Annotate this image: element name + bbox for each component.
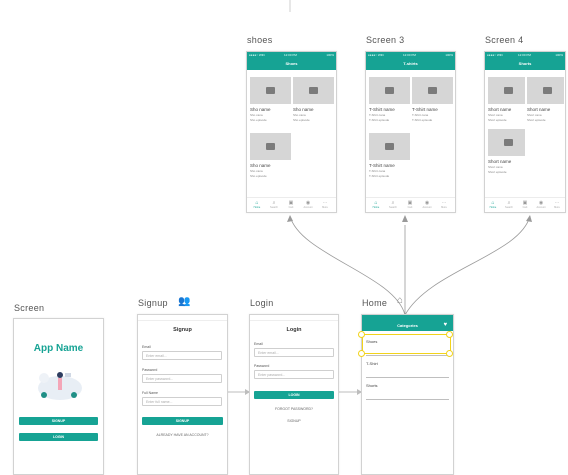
frame-signup[interactable]: Signup Email Enter email... Password Ent… [137,314,228,475]
product-card[interactable]: Short name Short cana Short episode [488,129,525,174]
frame-title-screen-4: Screen 4 [485,35,524,45]
product-card[interactable]: Sho name Sho cana Sho episode [293,77,334,122]
add-user-icon: 👥 [178,296,191,307]
image-placeholder-icon [369,133,410,160]
tab-account[interactable]: ◉ Account [420,200,434,209]
tab-cart[interactable]: ▣ Cart [284,200,298,209]
password-field[interactable]: Enter password... [254,370,334,379]
product-card[interactable]: T-Shirt name T-Shirt cana T-Shirt episod… [369,133,410,178]
app-bar-title: T-shirts [366,58,455,70]
image-placeholder-icon [527,77,564,104]
app-bar-title: Shorts [485,58,565,70]
bottom-tab-bar: ⌂ Home ⌕ Search ▣ Cart ◉ Account ⋯ More [485,197,565,212]
illustration-icon [38,372,82,400]
app-name: App Name [33,343,84,354]
tab-search[interactable]: ⌕ Search [502,200,516,209]
image-placeholder-icon [488,77,525,104]
product-card[interactable]: Sho name Sho cana Sho episode [250,133,291,178]
selection-handle[interactable] [358,331,365,338]
tab-cart[interactable]: ▣ Cart [518,200,532,209]
email-field[interactable]: Enter email... [142,351,222,360]
forgot-password-link[interactable]: FORGOT PASSWORD? [250,407,338,411]
already-have-account-link[interactable]: ALREADY HAVE AN ACCOUNT? [138,433,227,437]
product-card[interactable]: Short name Short cana Short episode [527,77,564,122]
frame-screen-3[interactable]: ●●●●○ WiFi 12:00 PM 100% T-shirts T-Shir… [365,51,456,213]
app-bar-title: Shoes [247,58,336,70]
frame-title-signup: Signup [138,298,168,308]
home-icon: ⌂ [397,295,404,306]
tab-search[interactable]: ⌕ Search [386,200,400,209]
heart-icon[interactable]: ♥ [443,320,447,331]
product-card[interactable]: Short name Short cana Short episode [488,77,525,122]
signup-button[interactable]: SIGNUP [19,417,98,425]
frame-title-screen-3: Screen 3 [366,35,405,45]
selection-handle[interactable] [446,331,453,338]
product-card[interactable]: T-Shirt name T-Shirt cana T-Shirt episod… [412,77,453,122]
selection-handle[interactable] [446,350,453,357]
image-placeholder-icon [412,77,453,104]
tab-account[interactable]: ◉ Account [301,200,315,209]
frame-title-login: Login [250,298,274,308]
tab-home[interactable]: ⌂ Home [250,200,264,209]
tab-home[interactable]: ⌂ Home [486,200,500,209]
tab-cart[interactable]: ▣ Cart [403,200,417,209]
tab-more[interactable]: ⋯ More [550,200,564,209]
signup-submit-button[interactable]: SIGNUP [142,417,223,425]
tab-search[interactable]: ⌕ Search [267,200,281,209]
frame-login[interactable]: Login Email Enter email... Password Ente… [249,314,339,475]
image-placeholder-icon [250,77,291,104]
password-field[interactable]: Enter password... [142,374,222,383]
frame-shoes[interactable]: ●●●●○ WiFi 12:00 PM 100% Shoes Sho name … [246,51,337,213]
app-bar-title: Categories [397,323,418,328]
frame-title-screen: Screen [14,303,45,313]
tab-home[interactable]: ⌂ Home [369,200,383,209]
frame-title-home: Home [362,298,388,308]
selection-box [362,334,451,354]
image-placeholder-icon [488,129,525,156]
frame-title-shoes: shoes [247,35,273,45]
selection-handle[interactable] [358,350,365,357]
app-bar: Categories ♥ [362,320,453,331]
page-title: Login [286,327,302,333]
category-row-shorts[interactable]: Shorts [366,379,449,400]
status-bar [250,315,338,321]
frame-screen[interactable]: App Name SIGNUP LOGIN [13,318,104,475]
tab-more[interactable]: ⋯ More [437,200,451,209]
email-field[interactable]: Enter email... [254,348,334,357]
tab-account[interactable]: ◉ Account [534,200,548,209]
frame-screen-4[interactable]: ●●●●○ WiFi 12:00 PM 100% Shorts Short na… [484,51,566,213]
status-bar [138,315,227,321]
tab-more[interactable]: ⋯ More [318,200,332,209]
bottom-tab-bar: ⌂ Home ⌕ Search ▣ Cart ◉ Account ⋯ More [366,197,455,212]
page-title: Signup [173,327,192,333]
image-placeholder-icon [250,133,291,160]
image-placeholder-icon [293,77,334,104]
image-placeholder-icon [369,77,410,104]
login-submit-button[interactable]: LOGIN [254,391,334,399]
bottom-tab-bar: ⌂ Home ⌕ Search ▣ Cart ◉ Account ⋯ More [247,197,336,212]
login-button[interactable]: LOGIN [19,433,98,441]
signup-link[interactable]: SIGNUP [250,419,338,423]
category-row-t-shirt[interactable]: T-Shirt [366,357,449,378]
product-card[interactable]: T-Shirt name T-Shirt cana T-Shirt episod… [369,77,410,122]
full-name-field[interactable]: Enter full name... [142,397,222,406]
product-card[interactable]: Sho name Sho cana Sho episode [250,77,291,122]
